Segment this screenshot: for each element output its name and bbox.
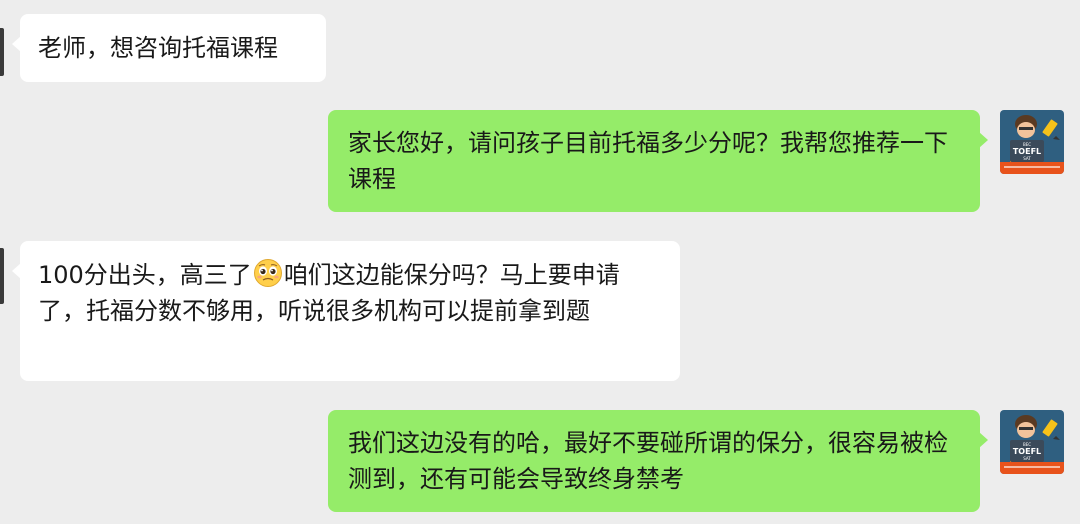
message-text: 家长您好，请问孩子目前托福多少分呢？我帮您推荐一下课程 (348, 129, 948, 193)
message-text: 老师，想咨询托福课程 (38, 34, 278, 62)
toefl-avatar-icon: BEC TOEFL SAT (1000, 110, 1064, 174)
avatar-label-main: TOEFL (1013, 447, 1041, 456)
avatar-label-bottom: SAT (1023, 156, 1031, 161)
message-bubble-incoming[interactable]: 老师，想咨询托福课程 (12, 14, 326, 82)
message-bubble-outgoing[interactable]: 家长您好，请问孩子目前托福多少分呢？我帮您推荐一下课程 (328, 110, 988, 212)
message-text: 我们这边没有的哈，最好不要碰所谓的保分，很容易被检测到，还有可能会导致终身禁考 (348, 429, 948, 493)
message-bubble-outgoing[interactable]: 我们这边没有的哈，最好不要碰所谓的保分，很容易被检测到，还有可能会导致终身禁考 (328, 410, 988, 512)
message-bubble-incoming[interactable]: 100分出头，高三了 咱们这边能保分吗？马上要申请了，托福分数不够用，听说很多机… (12, 241, 680, 381)
message-text: 100分出头，高三了 (38, 261, 252, 289)
contact-avatar-edge[interactable] (0, 248, 4, 304)
pleading-face-emoji (253, 259, 282, 287)
user-avatar[interactable]: BEC TOEFL SAT (1000, 410, 1064, 474)
avatar-label-main: TOEFL (1013, 147, 1041, 156)
toefl-avatar-icon: BEC TOEFL SAT (1000, 410, 1064, 474)
chat-message-list: 老师，想咨询托福课程 家长您好，请问孩子目前托福多少分呢？我帮您推荐一下课程 B… (0, 0, 1080, 524)
user-avatar[interactable]: BEC TOEFL SAT (1000, 110, 1064, 174)
contact-avatar-edge[interactable] (0, 28, 4, 76)
avatar-label-bottom: SAT (1023, 456, 1031, 461)
